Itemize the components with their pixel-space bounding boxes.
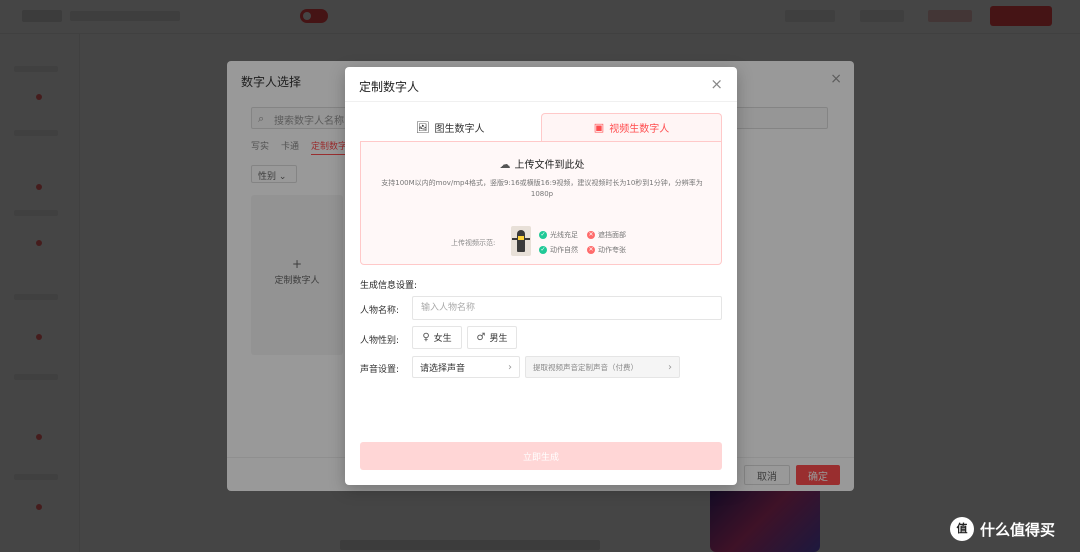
close-icon[interactable]: × [710, 75, 723, 93]
gender-male-button[interactable]: ♂ 男生 [467, 326, 517, 349]
gender-text: 女生 [433, 334, 452, 344]
watermark: 值 什么值得买 [950, 517, 1055, 541]
rule-text: 动作自然 [550, 246, 578, 254]
extract-voice-label: 提取视频声音定制声音 [533, 362, 608, 372]
tab-video-to-human[interactable]: ▣ 视频生数字人 [541, 113, 722, 141]
voice-select-text: 请选择声音 [420, 363, 466, 374]
name-input[interactable] [412, 296, 722, 320]
rule-text: 动作夸张 [598, 246, 626, 254]
tab-image-to-human[interactable]: 🖼 图生数字人 [360, 113, 540, 141]
chevron-right-icon: › [668, 361, 672, 373]
cross-icon: ✕ [587, 246, 595, 254]
custom-digital-human-dialog: 定制数字人 × 🖼 图生数字人 ▣ 视频生数字人 ☁ 上传文件到此处 支持100M… [345, 67, 737, 485]
section-title: 生成信息设置: [360, 281, 418, 291]
check-icon: ✓ [539, 231, 547, 239]
paid-note: （付费） [608, 362, 638, 372]
image-icon: 🖼 [415, 120, 430, 134]
extract-voice-button[interactable]: 提取视频声音定制声音（付费） › [525, 356, 680, 378]
cloud-upload-icon: ☁ [499, 158, 511, 171]
upload-title-text: 上传文件到此处 [514, 160, 585, 171]
mode-tabs: 🖼 图生数字人 ▣ 视频生数字人 [360, 113, 722, 141]
tab-label: 视频生数字人 [609, 124, 670, 135]
rule-natural-motion: ✓ 动作自然 [539, 245, 578, 255]
person-figure [517, 230, 525, 252]
voice-label: 声音设置: [360, 365, 400, 375]
video-icon: ▣ [593, 121, 605, 134]
dialog-title: 定制数字人 [359, 80, 420, 94]
rule-face-covered: ✕ 遮挡面部 [587, 230, 626, 240]
example-label: 上传视频示范: [451, 239, 496, 247]
gender-female-button[interactable]: ♀ 女生 [412, 326, 462, 349]
example-video-thumbnail [511, 226, 531, 256]
tab-label: 图生数字人 [434, 123, 485, 135]
generate-button[interactable]: 立即生成 [360, 442, 722, 470]
gender-label: 人物性别: [360, 336, 400, 346]
rule-text: 光线充足 [550, 231, 578, 239]
watermark-logo: 值 [950, 517, 974, 541]
header-divider [345, 101, 737, 102]
upload-title: ☁ 上传文件到此处 [361, 156, 723, 171]
rule-exaggerated-motion: ✕ 动作夸张 [587, 245, 626, 255]
male-icon: ♂ [476, 332, 486, 343]
upload-dropzone[interactable]: ☁ 上传文件到此处 支持100M以内的mov/mp4格式，竖版9:16或横版16:… [360, 141, 722, 265]
gender-text: 男生 [489, 334, 508, 344]
rule-text: 遮挡面部 [598, 231, 626, 239]
extract-voice-text: 提取视频声音定制声音（付费） [533, 362, 638, 373]
upload-description: 支持100M以内的mov/mp4格式，竖版9:16或横版16:9视频，建议视频时… [381, 179, 703, 198]
cross-icon: ✕ [587, 231, 595, 239]
person-shirt [518, 236, 524, 240]
watermark-text: 什么值得买 [980, 520, 1056, 539]
rule-good-lighting: ✓ 光线充足 [539, 230, 578, 240]
check-icon: ✓ [539, 246, 547, 254]
female-icon: ♀ [422, 332, 430, 343]
chevron-right-icon: › [508, 361, 512, 373]
voice-select[interactable]: 请选择声音 › [412, 356, 520, 378]
name-label: 人物名称: [360, 306, 400, 316]
